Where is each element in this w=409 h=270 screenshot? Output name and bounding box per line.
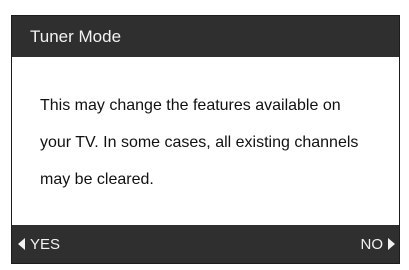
dialog-title: Tuner Mode: [30, 27, 122, 46]
yes-label: YES: [30, 236, 61, 253]
dialog-message: This may change the features available o…: [40, 97, 359, 188]
tuner-mode-dialog: Tuner Mode This may change the features …: [11, 15, 400, 264]
right-triangle-icon: [388, 238, 395, 250]
no-label: NO: [360, 236, 384, 253]
no-option[interactable]: NO: [360, 225, 395, 265]
dialog-footer: YES NO: [12, 225, 399, 265]
left-triangle-icon: [18, 238, 25, 250]
dialog-content: This may change the features available o…: [12, 57, 399, 225]
yes-option[interactable]: YES: [18, 225, 60, 265]
